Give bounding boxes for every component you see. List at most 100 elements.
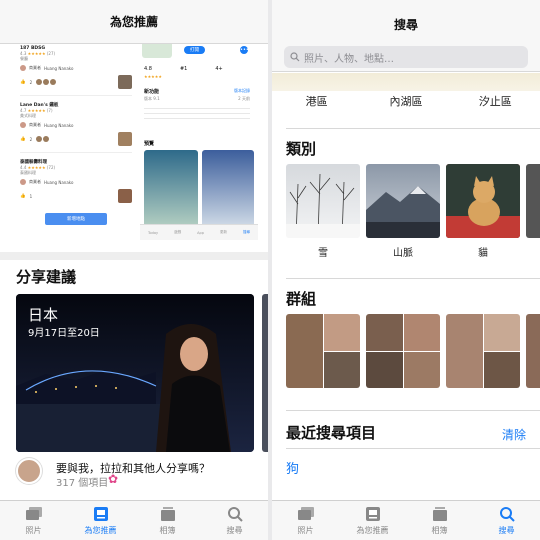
preview-screenshot [202, 150, 254, 230]
tab-label: 相簿 [431, 525, 448, 535]
memory-screenshot-appstore[interactable]: 打開 ••• 4.8 #1 4+ ★★★★★ 新功能 版本記錄 版本 9.1 2… [140, 44, 258, 240]
search-input[interactable]: 照片、人物、地點… [284, 46, 528, 68]
groups-heading: 群組 [286, 290, 317, 308]
review-count: (72) [46, 165, 56, 170]
albums-icon [432, 506, 447, 521]
avatar-group [36, 136, 50, 142]
version-history-link[interactable]: 版本記錄 [234, 88, 250, 94]
snow-photo [286, 173, 360, 238]
tab-albums[interactable]: 相簿 [406, 501, 473, 540]
face-thumbnail [446, 314, 483, 388]
review-photo [118, 132, 132, 146]
review-category: 美式料理 [20, 113, 36, 118]
review-count: (7) [46, 108, 53, 113]
clear-button[interactable]: 清除 [502, 426, 526, 443]
group-peek[interactable] [526, 314, 540, 388]
review-photo [118, 75, 132, 89]
page-title: 搜尋 [393, 18, 418, 32]
category-peek[interactable] [526, 164, 540, 238]
tab-search[interactable]: 搜尋 [473, 501, 540, 540]
tab-label: 搜尋 [226, 525, 243, 535]
cat-photo [446, 164, 520, 238]
next-card-peek[interactable] [262, 294, 268, 452]
thumbs-up-icon[interactable]: 👍 [20, 194, 26, 199]
for-you-screen: 為您推薦 187 BDSG 4.3 ★★★★★ (27) 餐廳 商業者 Huan… [0, 0, 268, 540]
avatar [20, 179, 26, 185]
open-button[interactable]: 打開 [184, 46, 205, 54]
section-divider [286, 448, 540, 449]
share-suggestion-card[interactable]: 日本 9月17日至20日 [16, 294, 254, 452]
appstore-tab: 更新 [219, 230, 227, 234]
review-category: 泰國料理 [20, 170, 36, 175]
app-rank: #1 [179, 66, 188, 72]
tab-photos[interactable]: 照片 [272, 501, 339, 540]
review-category: 餐廳 [20, 56, 28, 61]
photos-icon [25, 506, 42, 520]
avatar [20, 65, 26, 71]
search-screen: 搜尋 照片、人物、地點… 港區 內湖區 汐止區 類別 雪 山脈 貓 群組 最近搜… [272, 0, 540, 540]
more-icon[interactable]: ••• [240, 46, 249, 54]
avatar [20, 122, 26, 128]
tab-albums[interactable]: 相簿 [134, 501, 201, 540]
card-dates: 9月17日至20日 [28, 328, 100, 339]
face-thumbnail [366, 351, 403, 388]
tab-label: 照片 [297, 525, 314, 535]
place-label[interactable]: 港區 [272, 93, 361, 109]
place-label[interactable]: 內湖區 [361, 93, 450, 109]
for-you-icon [365, 506, 380, 521]
face-thumbnail [366, 314, 403, 351]
card-title: 日本 [28, 306, 59, 324]
star-rating-icon: ★★★★★ [27, 51, 46, 56]
face-thumbnail [323, 351, 360, 388]
preview-screenshot [144, 150, 198, 230]
reviewer-name: 商業者 [29, 65, 41, 70]
review-count: (27) [46, 51, 56, 56]
appstore-tab: Today [148, 230, 159, 235]
poster-name: Huang Nanako [44, 179, 74, 185]
search-placeholder: 照片、人物、地點… [304, 53, 394, 65]
tab-for-you[interactable]: 為您推薦 [67, 501, 134, 540]
section-divider [0, 252, 268, 260]
recent-search-item[interactable]: 狗 [286, 458, 299, 477]
update-time: 2 天前 [238, 96, 250, 101]
face-thumbnail [323, 314, 360, 351]
section-divider [286, 278, 540, 279]
places-row: 港區 內湖區 汐止區 [272, 93, 540, 109]
review-item: Lane Dan's 鐵板 4.7 ★★★★★ (7) 美式料理 商業者 Hua… [20, 102, 132, 146]
group-item[interactable] [366, 314, 440, 388]
app-version: 版本 9.1 [144, 96, 160, 101]
group-item[interactable] [446, 314, 520, 388]
tab-photos[interactable]: 照片 [0, 501, 67, 540]
star-rating-icon: ★★★★★ [144, 74, 162, 79]
albums-icon [160, 506, 175, 521]
tab-label: 為您推薦 [84, 525, 117, 535]
tab-search[interactable]: 搜尋 [201, 501, 268, 540]
share-item-count: 317 個項目 [56, 478, 109, 489]
category-mountains[interactable] [366, 164, 440, 238]
tab-for-you[interactable]: 為您推薦 [339, 501, 406, 540]
sparkle-icon: ✿ [108, 472, 119, 486]
app-icon [142, 44, 172, 58]
for-you-icon [93, 506, 108, 521]
photos-icon [297, 506, 314, 520]
search-icon [290, 52, 300, 62]
share-suggestions-heading: 分享建議 [16, 268, 77, 286]
add-place-button[interactable]: 新增地點 [45, 213, 107, 225]
preview-heading: 預覽 [144, 141, 155, 147]
memory-screenshot-maps[interactable]: 187 BDSG 4.3 ★★★★★ (27) 餐廳 商業者 Huang Nan… [16, 44, 136, 240]
places-map[interactable] [272, 73, 540, 91]
search-icon [499, 506, 515, 522]
thumbs-up-icon[interactable]: 👍 [20, 80, 26, 85]
category-snow[interactable] [286, 164, 360, 238]
face-thumbnail [403, 351, 440, 388]
place-label[interactable]: 汐止區 [451, 93, 540, 109]
categories-heading: 類別 [286, 140, 317, 158]
app-age-rating: 4+ [215, 66, 223, 72]
thumbs-up-icon[interactable]: 👍 [20, 137, 26, 142]
section-divider [286, 128, 540, 129]
poster-name: Huang Nanako [44, 122, 74, 128]
category-cats[interactable] [446, 164, 520, 238]
tab-label: 相簿 [159, 525, 176, 535]
page-title: 為您推薦 [109, 15, 158, 29]
group-item[interactable] [286, 314, 360, 388]
